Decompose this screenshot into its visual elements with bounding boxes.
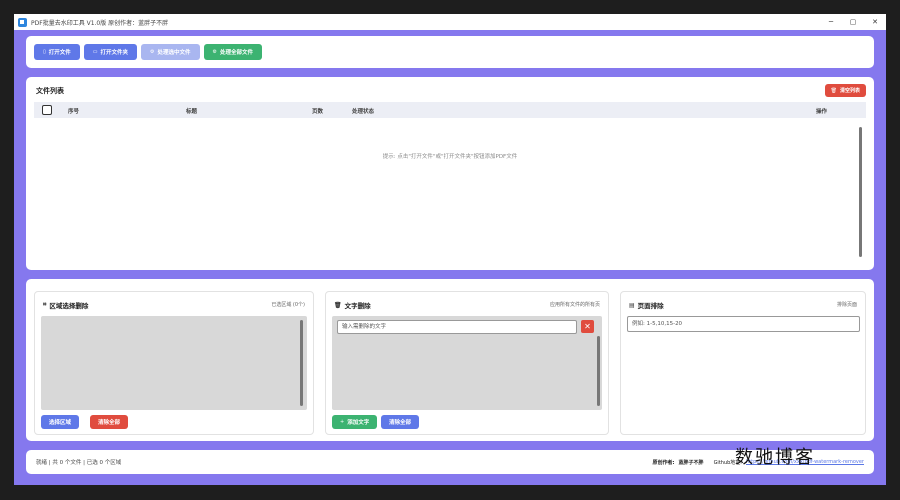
options-area: ⌗ 区域选择删除 已选区域 (0个) 选择区域 清除全部 🗑 文字删除 应用所有… bbox=[26, 279, 874, 441]
open-folder-label: 打开文件夹 bbox=[100, 50, 129, 56]
page-exclude-input[interactable]: 例如: 1-5,10,15-20 bbox=[627, 316, 860, 332]
process-all-label: 处理全部文件 bbox=[220, 50, 254, 56]
window-title: PDF批量去水印工具 V1.0版 原创作者：蓝胖子不胖 bbox=[31, 19, 169, 27]
text-panel-title: 🗑 文字删除 bbox=[334, 300, 371, 311]
text-list-scrollbar[interactable] bbox=[597, 336, 600, 406]
region-delete-panel: ⌗ 区域选择删除 已选区域 (0个) 选择区域 清除全部 bbox=[34, 291, 314, 435]
open-folder-button[interactable]: ▭ 打开文件夹 bbox=[83, 44, 138, 60]
file-list-title: 文件列表 bbox=[36, 87, 64, 95]
gear-icon: ⚙ bbox=[150, 49, 155, 55]
clear-regions-button[interactable]: 清除全部 bbox=[90, 415, 129, 429]
empty-hint: 提示: 点击"打开文件"或"打开文件夹"按钮添加PDF文件 bbox=[382, 154, 518, 160]
column-index: 序号 bbox=[68, 109, 80, 115]
file-icon: ▯ bbox=[43, 49, 46, 55]
clear-texts-button[interactable]: 清除全部 bbox=[381, 415, 420, 429]
region-panel-title: ⌗ 区域选择删除 bbox=[43, 300, 88, 310]
status-text: 就绪 | 共 0 个文件 | 已选 0 个区域 bbox=[36, 460, 122, 466]
page-icon: ▤ bbox=[629, 301, 635, 309]
author-label: 原创作者: bbox=[652, 459, 675, 466]
trash-icon: 🗑 bbox=[830, 87, 837, 94]
folder-icon: ▭ bbox=[92, 49, 98, 55]
gear-icon: ⚙ bbox=[212, 49, 218, 55]
column-status: 处理状态 bbox=[352, 109, 375, 115]
file-table-header: 序号 标题 页数 处理状态 操作 bbox=[34, 102, 866, 118]
text-panel-title-text: 文字删除 bbox=[344, 302, 371, 310]
close-button[interactable]: ✕ bbox=[864, 14, 886, 30]
open-file-button[interactable]: ▯ 打开文件 bbox=[34, 44, 80, 60]
title-bar: PDF批量去水印工具 V1.0版 原创作者：蓝胖子不胖 ─ ▢ ✕ bbox=[14, 14, 886, 30]
region-count: 已选区域 (0个) bbox=[271, 302, 305, 308]
app-window: PDF批量去水印工具 V1.0版 原创作者：蓝胖子不胖 ─ ▢ ✕ ▯ 打开文件… bbox=[14, 14, 886, 485]
clear-list-label: 清空列表 bbox=[839, 88, 860, 94]
page-exclude-note: 排除页面 bbox=[836, 302, 857, 308]
select-all-checkbox[interactable] bbox=[42, 105, 52, 115]
app-icon bbox=[18, 17, 27, 27]
process-selected-label: 处理选中文件 bbox=[157, 50, 191, 56]
minimize-button[interactable]: ─ bbox=[820, 14, 842, 30]
text-delete-panel: 🗑 文字删除 应用所有文件的所有页 输入需删除的文字 ✕ + 添加文字 清除全部 bbox=[325, 291, 609, 435]
toolbar: ▯ 打开文件 ▭ 打开文件夹 ⚙ 处理选中文件 ⚙ 处理全部文件 bbox=[26, 36, 874, 68]
close-icon: ✕ bbox=[584, 322, 591, 331]
column-title: 标题 bbox=[186, 109, 198, 115]
author-name: 蓝胖子不胖 bbox=[678, 459, 704, 466]
delete-text-input[interactable]: 输入需删除的文字 bbox=[337, 320, 577, 334]
open-file-label: 打开文件 bbox=[48, 50, 71, 56]
trash-icon: 🗑 bbox=[334, 301, 342, 309]
crop-icon: ⌗ bbox=[43, 301, 47, 308]
add-text-label: 添加文字 bbox=[347, 420, 370, 426]
page-panel-title-text: 页面排除 bbox=[637, 302, 664, 310]
clear-list-button[interactable]: 🗑 清空列表 bbox=[824, 84, 866, 97]
select-region-button[interactable]: 选择区域 bbox=[41, 415, 80, 429]
region-list[interactable] bbox=[41, 316, 307, 410]
add-text-button[interactable]: + 添加文字 bbox=[332, 415, 378, 429]
file-list-scrollbar[interactable] bbox=[859, 127, 862, 257]
column-actions: 操作 bbox=[816, 109, 828, 115]
plus-icon: + bbox=[340, 419, 345, 425]
text-scope-note: 应用所有文件的所有页 bbox=[549, 302, 600, 308]
window-controls: ─ ▢ ✕ bbox=[820, 14, 886, 30]
process-all-button[interactable]: ⚙ 处理全部文件 bbox=[203, 44, 263, 60]
blog-watermark: 数驰博客 bbox=[735, 447, 815, 468]
column-pages: 页数 bbox=[312, 109, 324, 115]
remove-text-button[interactable]: ✕ bbox=[581, 320, 594, 333]
page-panel-title: ▤ 页面排除 bbox=[629, 300, 664, 311]
maximize-button[interactable]: ▢ bbox=[842, 14, 864, 30]
file-list-panel: 文件列表 🗑 清空列表 序号 标题 页数 处理状态 操作 提示: 点击"打开文件… bbox=[26, 77, 874, 270]
region-panel-title-text: 区域选择删除 bbox=[49, 302, 89, 310]
process-selected-button[interactable]: ⚙ 处理选中文件 bbox=[141, 44, 200, 60]
page-exclude-panel: ▤ 页面排除 排除页面 例如: 1-5,10,15-20 bbox=[620, 291, 866, 435]
region-list-scrollbar[interactable] bbox=[300, 320, 303, 406]
